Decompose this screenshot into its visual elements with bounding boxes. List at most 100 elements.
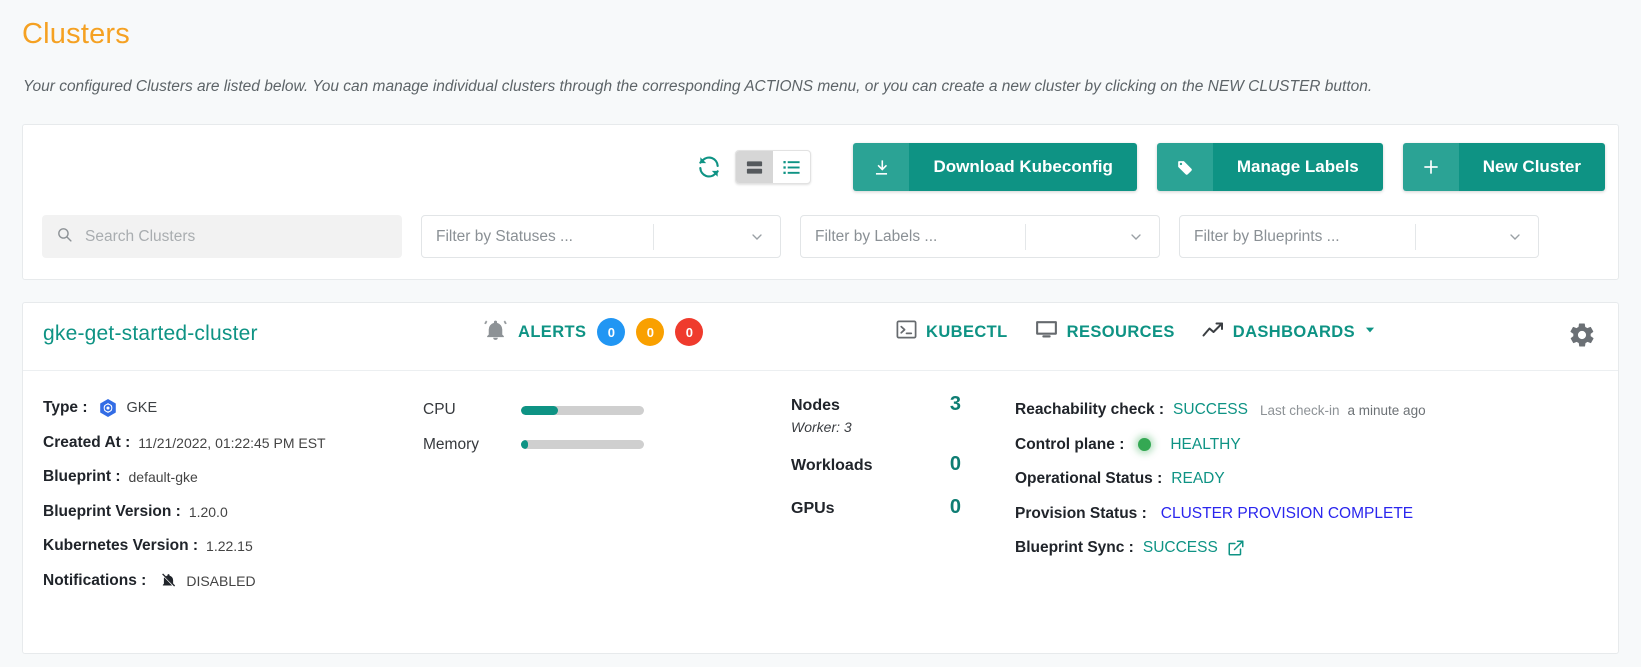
cluster-utilization-column: CPU Memory xyxy=(423,393,743,462)
detail-blueprint-value: default-gke xyxy=(128,469,198,486)
filter-by-blueprints-select[interactable]: Filter by Blueprints ... xyxy=(1179,215,1539,258)
stat-gpus-value: 0 xyxy=(949,496,961,518)
status-provision-key: Provision Status : xyxy=(1015,504,1147,522)
detail-blueprint-version: Blueprint Version : 1.20.0 xyxy=(43,495,423,530)
status-operational: Operational Status : READY xyxy=(1015,462,1615,497)
manage-labels-label: Manage Labels xyxy=(1212,143,1383,191)
view-toggle[interactable] xyxy=(735,150,812,184)
stat-nodes-label: Nodes xyxy=(791,397,840,414)
detail-notifications-value: DISABLED xyxy=(186,572,256,589)
dashboards-action[interactable]: DASHBOARDS xyxy=(1201,318,1377,347)
search-input[interactable] xyxy=(83,226,388,247)
detail-blueprint-version-value: 1.20.0 xyxy=(188,503,228,520)
search-clusters-box[interactable] xyxy=(42,215,402,258)
alert-badge-warning[interactable]: 0 xyxy=(636,318,665,346)
stat-gpus: GPUs 0 xyxy=(791,496,961,519)
status-control-plane-key: Control plane : xyxy=(1015,435,1125,453)
status-control-plane: Control plane : HEALTHY xyxy=(1015,428,1615,463)
detail-created-at-key: Created At : xyxy=(43,433,131,451)
select-divider xyxy=(1415,223,1417,250)
filter-by-labels-select[interactable]: Filter by Labels ... xyxy=(800,215,1160,258)
kubectl-label: KUBECTL xyxy=(926,322,1008,341)
status-provision-value[interactable]: CLUSTER PROVISION COMPLETE xyxy=(1161,505,1413,523)
search-icon xyxy=(56,226,73,248)
select-divider xyxy=(652,223,654,250)
detail-notifications: Notifications : DISABLED xyxy=(43,564,423,599)
card-view-icon[interactable] xyxy=(736,151,774,183)
filter-by-statuses-label: Filter by Statuses ... xyxy=(436,227,573,245)
detail-blueprint-key: Blueprint : xyxy=(43,468,121,486)
cpu-label: CPU xyxy=(423,401,456,419)
alert-badge-critical[interactable]: 0 xyxy=(675,318,704,346)
detail-blueprint: Blueprint : default-gke xyxy=(43,460,423,495)
detail-blueprint-version-key: Blueprint Version : xyxy=(43,502,181,520)
detail-kubernetes-version-value: 1.22.15 xyxy=(206,538,253,555)
filter-by-blueprints-label: Filter by Blueprints ... xyxy=(1194,227,1340,245)
last-checkin-value: a minute ago xyxy=(1347,402,1426,418)
tag-icon xyxy=(1156,143,1213,191)
status-provision: Provision Status : CLUSTER PROVISION COM… xyxy=(1015,497,1615,532)
cluster-card-body: Type : GKE Created At: 11/21/2022, 01:2… xyxy=(23,371,1618,654)
select-divider xyxy=(1024,223,1026,250)
memory-meter xyxy=(521,440,644,450)
filter-row: Filter by Statuses ... Filter by Labels … xyxy=(42,215,1539,258)
kubectl-action[interactable]: KUBECTL xyxy=(895,318,1008,346)
stat-workloads: Workloads 0 xyxy=(791,453,961,476)
clusters-page: Clusters Your configured Clusters are li… xyxy=(0,0,1641,667)
new-cluster-label: New Cluster xyxy=(1458,143,1605,191)
cluster-actions: KUBECTL RESOURCES DASHBOARDS xyxy=(895,317,1377,347)
toolbar-actions: Download Kubeconfig Manage Labels New Cl… xyxy=(689,143,1605,191)
cluster-card-header: gke-get-started-cluster ALERTS 0 0 0 KUB… xyxy=(23,303,1618,371)
chevron-down-icon[interactable] xyxy=(1113,229,1159,245)
cluster-name-link[interactable]: gke-get-started-cluster xyxy=(43,322,258,346)
detail-kubernetes-version-key: Kubernetes Version : xyxy=(43,537,199,555)
cpu-meter xyxy=(521,405,644,415)
terminal-icon xyxy=(895,318,918,346)
cluster-status-column: Reachability check : SUCCESS Last check-… xyxy=(1015,393,1615,566)
cluster-details-column: Type : GKE Created At: 11/21/2022, 01:2… xyxy=(43,391,423,598)
download-icon xyxy=(853,143,910,191)
plus-icon xyxy=(1402,143,1459,191)
new-cluster-button[interactable]: New Cluster xyxy=(1402,143,1605,191)
detail-type-key: Type : xyxy=(43,399,88,417)
memory-label: Memory xyxy=(423,435,479,453)
resources-icon xyxy=(1034,317,1059,347)
filter-by-labels-label: Filter by Labels ... xyxy=(815,227,938,245)
status-blueprint-sync: Blueprint Sync : SUCCESS xyxy=(1015,531,1615,566)
alert-badge-info[interactable]: 0 xyxy=(597,318,626,346)
chevron-down-icon[interactable] xyxy=(734,229,780,245)
dashboards-label: DASHBOARDS xyxy=(1232,322,1356,341)
stat-workloads-label: Workloads xyxy=(791,457,873,474)
status-operational-key: Operational Status : xyxy=(1015,470,1163,488)
stat-nodes-sub: Worker: 3 xyxy=(791,419,852,435)
detail-created-at: Created At : 11/21/2022, 01:22:45 PM EST xyxy=(43,426,423,461)
status-operational-value: READY xyxy=(1171,470,1225,488)
list-view-icon[interactable] xyxy=(773,151,810,183)
status-reachability-key: Reachability check : xyxy=(1015,401,1165,419)
alerts-label: ALERTS xyxy=(518,322,587,341)
chevron-down-icon[interactable] xyxy=(1492,229,1538,245)
stat-workloads-value: 0 xyxy=(949,453,961,475)
memory-utilization-row: Memory xyxy=(423,428,743,463)
stat-nodes: Nodes 3 xyxy=(791,393,961,416)
chevron-down-icon[interactable] xyxy=(1363,323,1377,342)
status-blueprint-sync-value: SUCCESS xyxy=(1142,539,1218,557)
stat-gpus-label: GPUs xyxy=(791,500,835,517)
bell-off-icon xyxy=(160,572,177,589)
page-title: Clusters xyxy=(22,18,130,50)
alerts-group: ALERTS 0 0 0 xyxy=(483,317,704,347)
detail-kubernetes-version: Kubernetes Version : 1.22.15 xyxy=(43,529,423,564)
cluster-settings-button[interactable] xyxy=(1568,321,1596,354)
status-reachability: Reachability check : SUCCESS Last check-… xyxy=(1015,393,1615,428)
download-kubeconfig-label: Download Kubeconfig xyxy=(909,143,1137,191)
status-blueprint-sync-key: Blueprint Sync : xyxy=(1015,539,1134,557)
toolbar-card: Download Kubeconfig Manage Labels New Cl… xyxy=(22,124,1619,280)
external-link-icon[interactable] xyxy=(1227,539,1245,557)
manage-labels-button[interactable]: Manage Labels xyxy=(1156,143,1383,191)
page-description: Your configured Clusters are listed belo… xyxy=(23,78,1373,95)
download-kubeconfig-button[interactable]: Download Kubeconfig xyxy=(853,143,1137,191)
resources-action[interactable]: RESOURCES xyxy=(1034,317,1175,347)
cluster-stats-column: Nodes 3 Worker: 3 Workloads 0 GPUs 0 xyxy=(791,393,961,519)
filter-by-statuses-select[interactable]: Filter by Statuses ... xyxy=(421,215,781,258)
refresh-icon[interactable] xyxy=(689,147,729,187)
